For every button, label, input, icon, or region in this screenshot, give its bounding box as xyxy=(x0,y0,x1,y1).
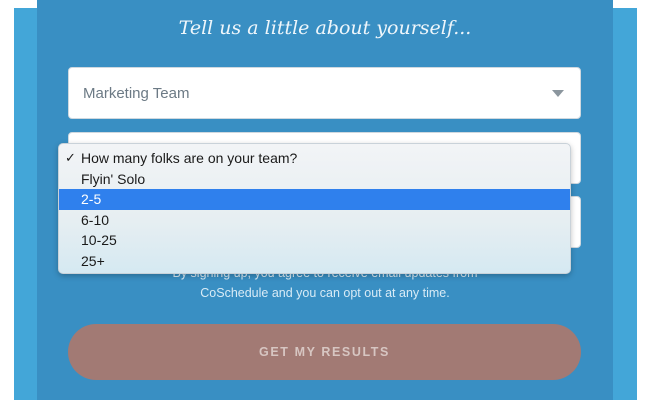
page-edge-left xyxy=(0,0,14,419)
legal-text-line-2: CoSchedule and you can opt out at any ti… xyxy=(200,286,450,300)
chevron-down-icon xyxy=(552,90,564,97)
dropdown-option-10-25[interactable]: 10-25 xyxy=(59,230,570,251)
role-select-value: Marketing Team xyxy=(83,85,190,102)
team-size-dropdown-menu: ✓ How many folks are on your team? Flyin… xyxy=(58,143,571,274)
dropdown-option-label: 10-25 xyxy=(81,232,117,249)
checkmark-icon: ✓ xyxy=(65,150,76,165)
dropdown-option-label: 6-10 xyxy=(81,211,110,228)
dropdown-option-25-plus[interactable]: 25+ xyxy=(59,251,570,272)
dropdown-option-label: How many folks are on your team? xyxy=(81,150,298,166)
dropdown-option-label: 25+ xyxy=(81,252,105,269)
dropdown-option-6-10[interactable]: 6-10 xyxy=(59,210,570,231)
role-select[interactable]: Marketing Team xyxy=(68,67,581,119)
dropdown-option-label: 2-5 xyxy=(81,191,102,208)
dropdown-option-label: Flyin' Solo xyxy=(81,170,146,187)
get-results-button[interactable]: GET MY RESULTS xyxy=(68,324,581,380)
dropdown-option-solo[interactable]: Flyin' Solo xyxy=(59,169,570,190)
form-heading: Tell us a little about yourself... xyxy=(178,17,472,39)
dropdown-option-2-5[interactable]: 2-5 xyxy=(59,189,570,210)
dropdown-option-placeholder[interactable]: ✓ How many folks are on your team? xyxy=(59,148,570,169)
